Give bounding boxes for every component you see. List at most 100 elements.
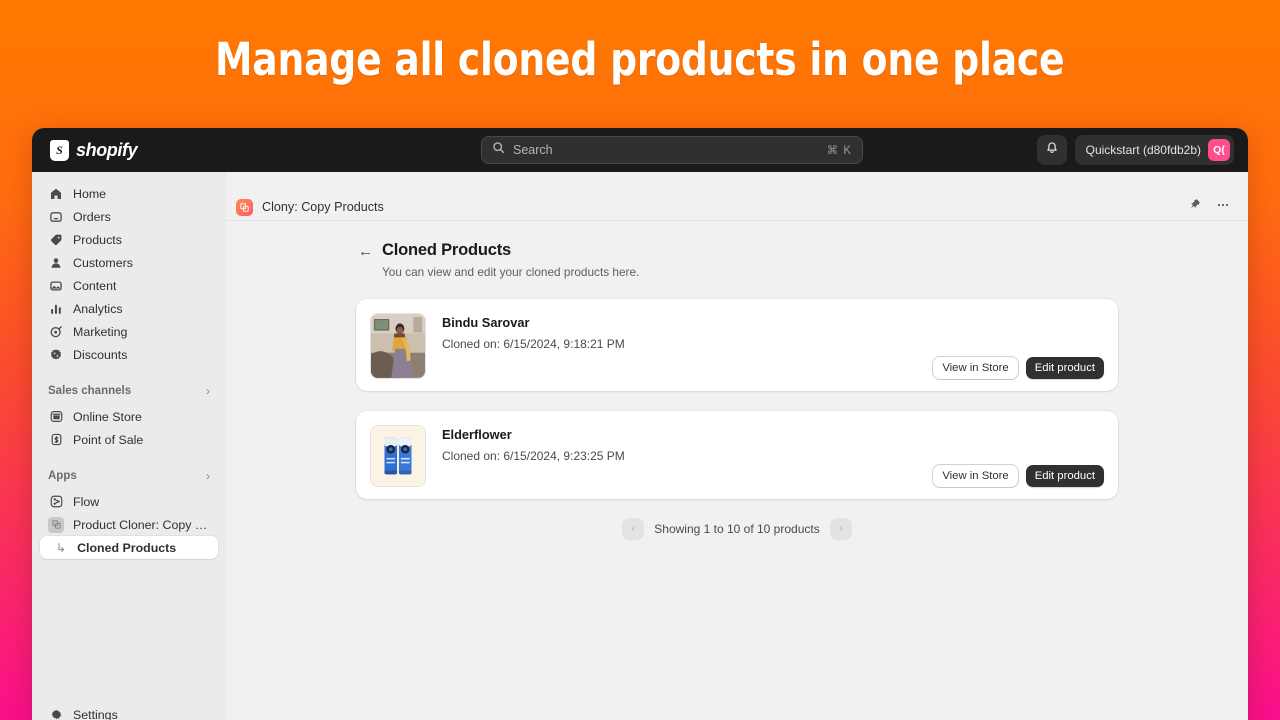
online-store-icon xyxy=(48,409,64,425)
section-title: Apps xyxy=(48,470,77,482)
pin-icon[interactable] xyxy=(1189,198,1202,216)
search-placeholder: Search xyxy=(513,143,553,157)
app-title: Clony: Copy Products xyxy=(262,200,384,214)
product-thumbnail xyxy=(370,425,426,487)
sidebar-bottom: Settings xyxy=(40,703,218,720)
search-container[interactable]: Search ⌘ K xyxy=(481,136,863,164)
sidebar-item-product-cloner[interactable]: Product Cloner: Copy pro... xyxy=(40,513,218,536)
sidebar-item-analytics[interactable]: Analytics xyxy=(40,297,218,320)
sidebar-item-point-of-sale[interactable]: Point of Sale xyxy=(40,428,218,451)
sidebar-item-orders[interactable]: Orders xyxy=(40,205,218,228)
view-in-store-button[interactable]: View in Store xyxy=(933,357,1018,379)
shopify-topbar: S shopify Search ⌘ K Quickstart (d80fdb2… xyxy=(32,128,1248,172)
content-inner: ← Cloned Products You can view and edit … xyxy=(356,241,1118,540)
main-content: Clony: Copy Products ← Cloned Products Y… xyxy=(226,172,1248,720)
chevron-right-icon[interactable]: › xyxy=(206,470,210,482)
topbar-right-group: Quickstart (d80fdb2b) Q( xyxy=(1036,135,1234,165)
sidebar-item-label: Settings xyxy=(73,707,118,720)
page-header: ← Cloned Products You can view and edit … xyxy=(356,241,1118,279)
product-thumbnail xyxy=(370,313,426,379)
ellipsis-icon[interactable] xyxy=(1216,198,1230,217)
notifications-button[interactable] xyxy=(1036,135,1067,165)
pagination-info: Showing 1 to 10 of 10 products xyxy=(654,522,820,536)
sidebar-section-sales-channels[interactable]: Sales channels › xyxy=(40,380,218,402)
customers-person-icon xyxy=(48,255,64,271)
product-card-actions: View in Store Edit product xyxy=(933,357,1104,379)
hero-title: Manage all cloned products in one place xyxy=(215,32,1065,86)
edit-product-button[interactable]: Edit product xyxy=(1025,465,1104,487)
sidebar-item-marketing[interactable]: Marketing xyxy=(40,320,218,343)
back-arrow-icon[interactable]: ← xyxy=(358,241,373,263)
sidebar-section-apps[interactable]: Apps › xyxy=(40,465,218,487)
sidebar-item-label: Flow xyxy=(73,494,100,509)
shopify-logo[interactable]: S shopify xyxy=(50,139,138,161)
view-in-store-button[interactable]: View in Store xyxy=(933,465,1018,487)
elbow-arrow-icon: ↳ xyxy=(56,540,67,555)
shopify-admin-window: S shopify Search ⌘ K Quickstart (d80fdb2… xyxy=(32,128,1248,720)
home-icon xyxy=(48,186,64,202)
sidebar-item-label: Analytics xyxy=(73,301,123,316)
section-title: Sales channels xyxy=(48,385,132,397)
page-header-text: Cloned Products You can view and edit yo… xyxy=(382,241,639,279)
edit-product-button[interactable]: Edit product xyxy=(1025,357,1104,379)
sidebar-item-label: Cloned Products xyxy=(77,540,177,555)
pagination-next-button[interactable]: › xyxy=(829,518,852,540)
page-subtitle: You can view and edit your cloned produc… xyxy=(382,265,640,279)
pagination: ‹ Showing 1 to 10 of 10 products › xyxy=(356,518,1118,540)
sidebar-item-settings[interactable]: Settings xyxy=(40,703,218,720)
discounts-badge-icon xyxy=(48,347,64,363)
sidebar-item-content[interactable]: Content xyxy=(40,274,218,297)
sidebar-item-label: Orders xyxy=(73,209,111,224)
product-info: Bindu Sarovar Cloned on: 6/15/2024, 9:18… xyxy=(442,313,625,379)
product-card-actions: View in Store Edit product xyxy=(933,465,1104,487)
marketing-target-icon xyxy=(48,324,64,340)
bell-icon xyxy=(1045,141,1059,160)
settings-gear-icon xyxy=(48,707,64,720)
product-name: Elderflower xyxy=(442,427,512,442)
content-image-icon xyxy=(48,278,64,294)
content-scroll-area[interactable]: ← Cloned Products You can view and edit … xyxy=(226,221,1248,720)
sidebar-item-label: Home xyxy=(73,186,107,201)
store-switcher-button[interactable]: Quickstart (d80fdb2b) Q( xyxy=(1074,135,1234,165)
sidebar-item-cloned-products[interactable]: ↳ Cloned Products xyxy=(40,536,218,559)
product-cloned-on: Cloned on: 6/15/2024, 9:18:21 PM xyxy=(442,337,625,351)
chevron-right-icon[interactable]: › xyxy=(206,385,210,397)
subitem-indent: ↳ xyxy=(48,541,68,555)
sidebar-item-customers[interactable]: Customers xyxy=(40,251,218,274)
search-input[interactable]: Search ⌘ K xyxy=(481,136,863,164)
sidebar-item-products[interactable]: Products xyxy=(40,228,218,251)
product-cloner-app-icon xyxy=(48,516,64,533)
search-shortcut: ⌘ K xyxy=(826,145,852,157)
sidebar-item-label: Discounts xyxy=(73,347,128,362)
clony-app-icon xyxy=(236,198,253,216)
flow-app-icon xyxy=(48,494,64,510)
sidebar-item-label: Customers xyxy=(73,255,133,270)
sidebar-item-label: Point of Sale xyxy=(73,432,144,447)
search-icon xyxy=(492,141,505,159)
products-tag-icon xyxy=(48,232,64,248)
sidebar-item-flow[interactable]: Flow xyxy=(40,490,218,513)
product-card: Elderflower Cloned on: 6/15/2024, 9:23:2… xyxy=(356,411,1118,499)
app-header-bar: Clony: Copy Products xyxy=(226,194,1248,221)
sidebar: Home Orders Products Customers Content A… xyxy=(32,172,226,720)
shopify-wordmark: shopify xyxy=(76,139,138,160)
sidebar-item-label: Content xyxy=(73,278,117,293)
page-title: Cloned Products xyxy=(382,241,512,259)
sidebar-item-label: Marketing xyxy=(73,324,128,339)
sidebar-item-home[interactable]: Home xyxy=(40,182,218,205)
sidebar-item-discounts[interactable]: Discounts xyxy=(40,343,218,366)
sidebar-item-online-store[interactable]: Online Store xyxy=(40,405,218,428)
woman-in-saree-photo xyxy=(371,314,425,378)
shopify-bag-icon: S xyxy=(50,139,69,161)
avatar[interactable]: Q( xyxy=(1208,139,1230,161)
sidebar-item-label: Products xyxy=(73,232,122,247)
product-cloned-on: Cloned on: 6/15/2024, 9:23:25 PM xyxy=(442,449,625,463)
pagination-prev-button[interactable]: ‹ xyxy=(622,518,645,540)
product-name: Bindu Sarovar xyxy=(442,315,530,330)
two-blue-cans-photo xyxy=(371,426,425,486)
sidebar-item-label: Online Store xyxy=(73,409,142,424)
product-info: Elderflower Cloned on: 6/15/2024, 9:23:2… xyxy=(442,425,625,487)
orders-inbox-icon xyxy=(48,209,64,225)
hero-banner: Manage all cloned products in one place xyxy=(0,0,1280,118)
store-name: Quickstart (d80fdb2b) xyxy=(1085,143,1201,157)
